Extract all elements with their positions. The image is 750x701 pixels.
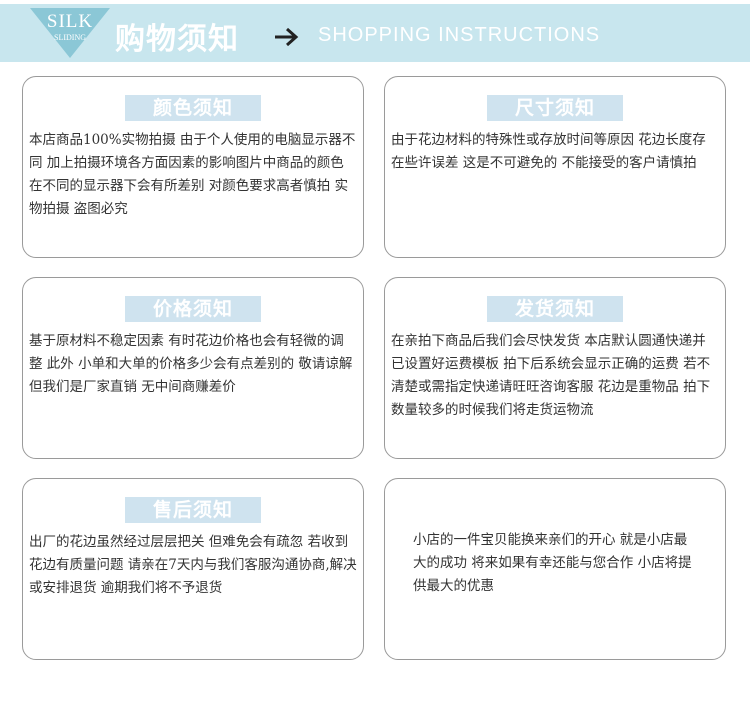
page-subtitle: SHOPPING INSTRUCTIONS [318, 24, 601, 46]
brand-logo: SILK SLIDING [30, 8, 110, 58]
card-text: 本店商品100%实物拍摄 由于个人使用的电脑显示器不同 加上拍摄环境各方面因素的… [29, 132, 356, 217]
card-text: 在亲拍下商品后我们会尽快发货 本店默认圆通快递并已设置好运费模板 拍下后系统会显… [391, 333, 711, 418]
card-text: 由于花边材料的特殊性或存放时间等原因 花边长度存在些许误差 这是不可避免的 不能… [391, 132, 706, 171]
color-notice-card: 颜色须知 本店商品100%实物拍摄 由于个人使用的电脑显示器不同 加上拍摄环境各… [22, 76, 364, 258]
after-sales-notice-card: 售后须知 出厂的花边虽然经过层层把关 但难免会有疏忽 若收到花边有质量问题 请亲… [22, 478, 364, 660]
card-title: 颜色须知 [125, 95, 261, 121]
arrow-right-icon [275, 27, 299, 47]
card-text: 出厂的花边虽然经过层层把关 但难免会有疏忽 若收到花边有质量问题 请亲在7天内与… [29, 534, 357, 596]
size-notice-card: 尺寸须知 由于花边材料的特殊性或存放时间等原因 花边长度存在些许误差 这是不可避… [384, 76, 726, 258]
price-notice-card: 价格须知 基于原材料不稳定因素 有时花边价格也会有轻微的调整 此外 小单和大单的… [22, 277, 364, 459]
card-title: 售后须知 [125, 497, 261, 523]
logo-subtext: SLIDING [54, 33, 86, 42]
logo-text: SILK [46, 11, 94, 32]
card-title: 价格须知 [125, 296, 261, 322]
closing-message-text: 小店的一件宝贝能换来亲们的开心 就是小店最大的成功 将来如果有幸还能与您合作 小… [413, 532, 692, 594]
closing-message-card: 小店的一件宝贝能换来亲们的开心 就是小店最大的成功 将来如果有幸还能与您合作 小… [384, 478, 726, 660]
page-title: 购物须知 [115, 22, 239, 57]
card-title: 发货须知 [487, 296, 623, 322]
header-banner: SILK SLIDING 购物须知 SHOPPING INSTRUCTIONS [0, 4, 750, 62]
card-text: 基于原材料不稳定因素 有时花边价格也会有轻微的调整 此外 小单和大单的价格多少会… [29, 333, 353, 395]
card-title: 尺寸须知 [487, 95, 623, 121]
shipping-notice-card: 发货须知 在亲拍下商品后我们会尽快发货 本店默认圆通快递并已设置好运费模板 拍下… [384, 277, 726, 459]
